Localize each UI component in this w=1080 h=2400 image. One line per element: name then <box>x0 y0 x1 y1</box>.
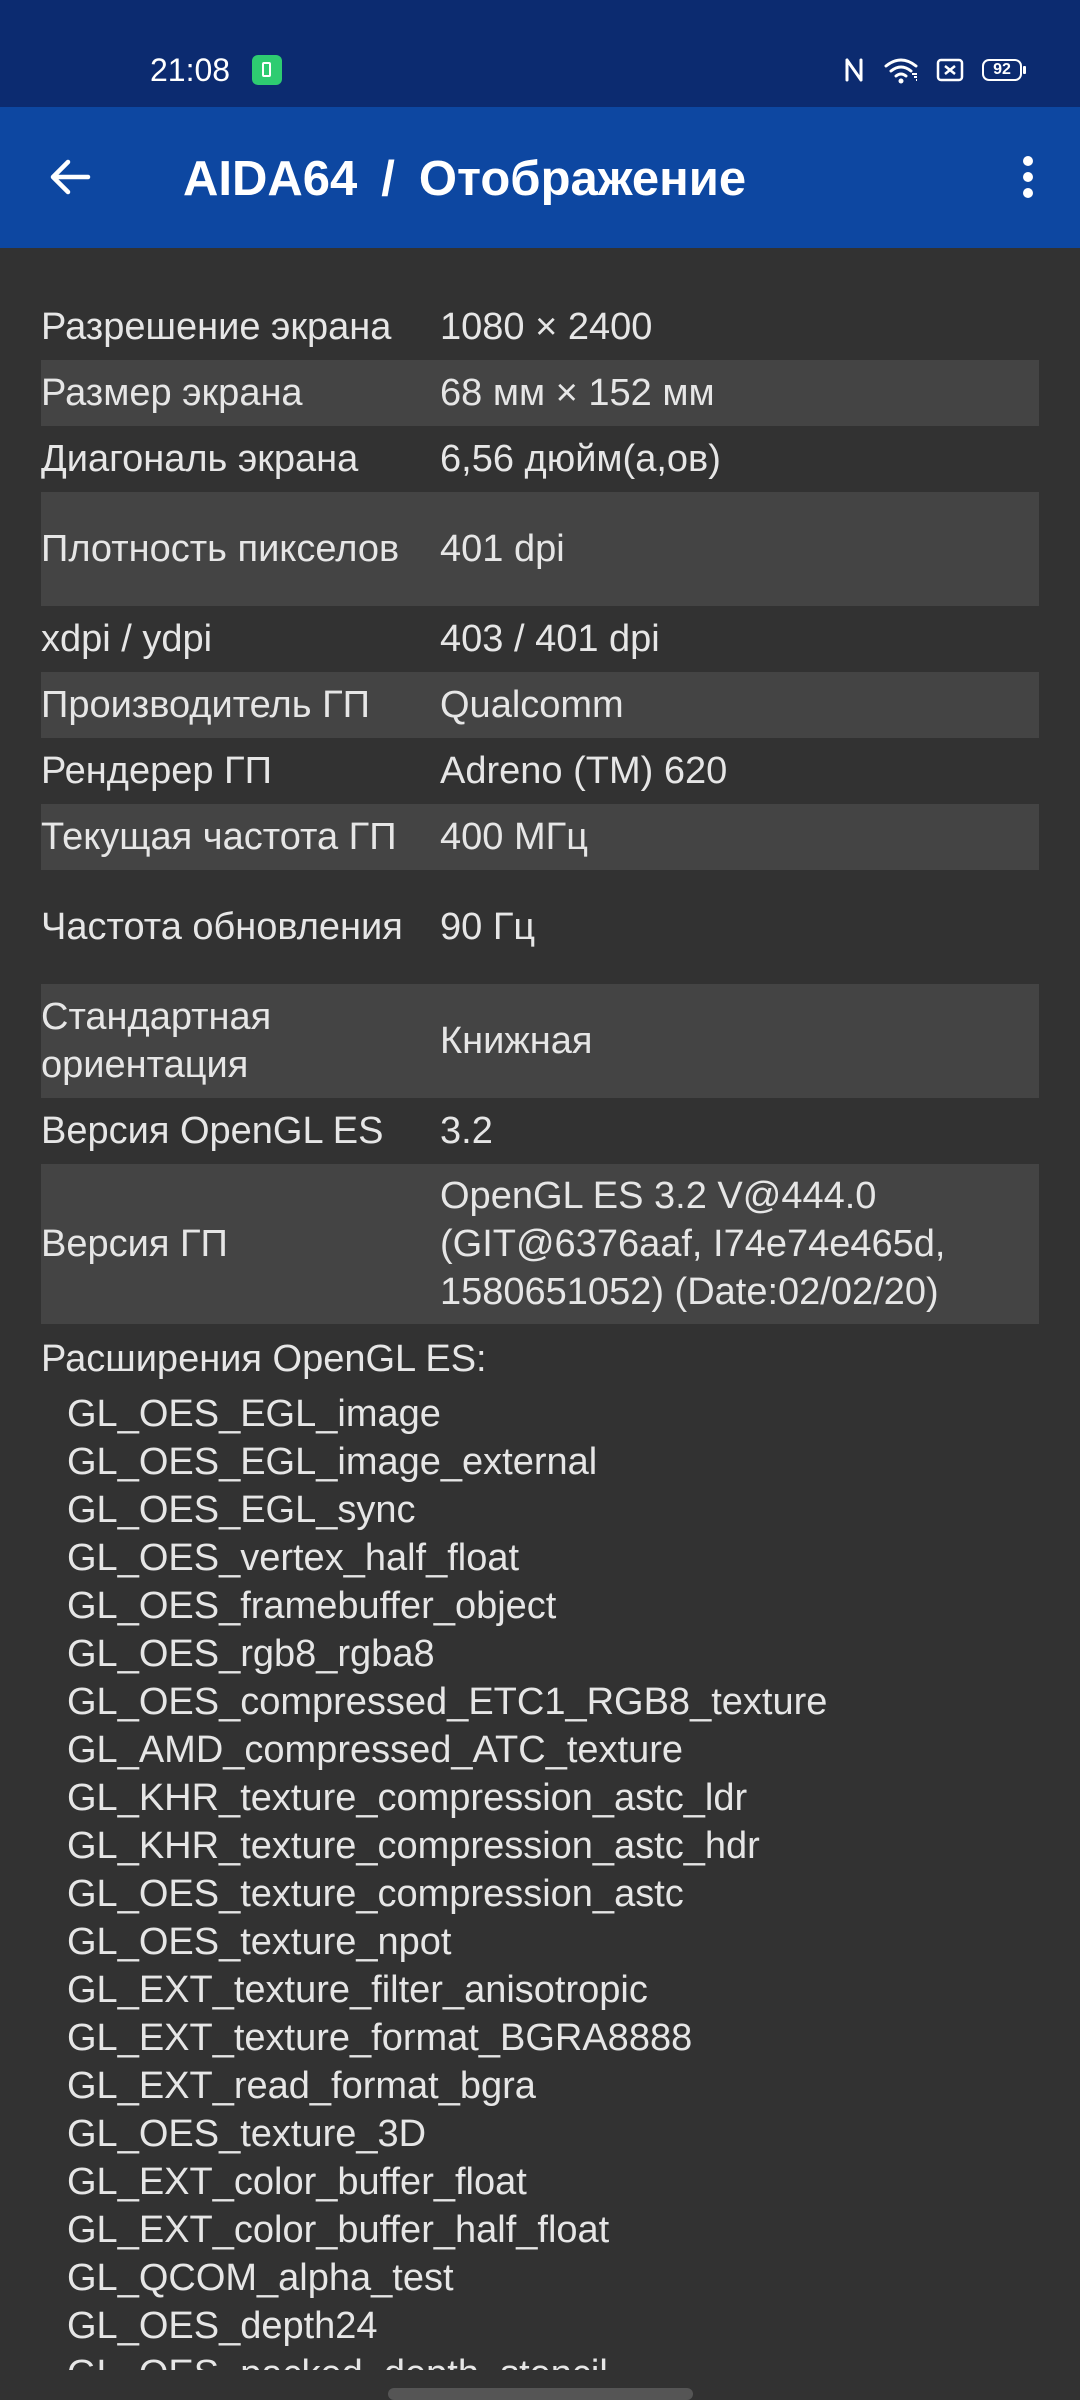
info-value: 6,56 дюйм(а,ов) <box>440 438 721 480</box>
info-row-resolution: Разрешение экрана 1080 × 2400 <box>41 294 1039 360</box>
app-bar: AIDA64 / Отображение <box>0 107 1080 248</box>
app-name: AIDA64 <box>183 152 358 206</box>
extension-item: GL_OES_texture_compression_astc <box>67 1873 684 1915</box>
extensions-title: Расширения OpenGL ES: <box>41 1338 487 1380</box>
extension-item: GL_EXT_texture_format_BGRA8888 <box>67 2017 693 2059</box>
info-label: xdpi / ydpi <box>41 618 213 660</box>
back-button[interactable] <box>30 137 110 217</box>
info-value: Qualcomm <box>440 684 624 726</box>
navigation-gesture-bar[interactable] <box>388 2388 693 2400</box>
status-bar: 21:08 92 <box>0 0 1080 107</box>
info-row-pixel-density: Плотность пикселов 401 dpi <box>41 492 1039 606</box>
extension-item: GL_OES_EGL_image <box>67 1393 441 1435</box>
info-label: Текущая частота ГП <box>41 816 397 858</box>
extension-item: GL_AMD_compressed_ATC_texture <box>67 1729 683 1771</box>
info-value: 400 МГц <box>440 816 588 858</box>
info-value: 1080 × 2400 <box>440 306 653 348</box>
extension-item: GL_EXT_color_buffer_float <box>67 2161 527 2203</box>
extension-item: GL_OES_compressed_ETC1_RGB8_texture <box>67 1681 828 1723</box>
info-label: Рендерер ГП <box>41 750 272 792</box>
extension-item: GL_EXT_color_buffer_half_float <box>67 2209 610 2251</box>
more-vert-icon <box>1023 156 1033 198</box>
info-value: 68 мм × 152 мм <box>440 372 715 414</box>
info-label: Размер экрана <box>41 372 303 414</box>
notification-app-icon <box>252 55 282 85</box>
info-row-gpu-version: Версия ГП OpenGL ES 3.2 V@444.0 (GIT@637… <box>41 1164 1039 1324</box>
info-value: 90 Гц <box>440 906 536 948</box>
extension-item: GL_OES_vertex_half_float <box>67 1537 520 1579</box>
extension-item: GL_OES_rgb8_rgba8 <box>67 1633 435 1675</box>
info-row-screen-size: Размер экрана 68 мм × 152 мм <box>41 360 1039 426</box>
extension-item: GL_KHR_texture_compression_astc_ldr <box>67 1777 748 1819</box>
extension-item: GL_OES_EGL_image_external <box>67 1441 598 1483</box>
extension-item: GL_OES_texture_3D <box>67 2113 427 2155</box>
extension-item: GL_KHR_texture_compression_astc_hdr <box>67 1825 760 1867</box>
info-value: OpenGL ES 3.2 V@444.0 (GIT@6376aaf, I74e… <box>440 1175 946 1313</box>
info-label: Стандартная ориентация <box>41 996 272 1086</box>
info-label: Разрешение экрана <box>41 306 392 348</box>
display-info-list: Разрешение экрана 1080 × 2400 Размер экр… <box>41 294 1039 2350</box>
info-label: Диагональ экрана <box>41 438 359 480</box>
info-row-xdpi-ydpi: xdpi / ydpi 403 / 401 dpi <box>41 606 1039 672</box>
extension-item-partial: GL_OES_packed_depth_stencil <box>67 2350 608 2370</box>
info-label: Версия ГП <box>41 1223 228 1265</box>
info-value: 403 / 401 dpi <box>440 618 660 660</box>
status-icons: 92 <box>842 50 1026 90</box>
section-name: Отображение <box>418 152 747 206</box>
status-time: 21:08 <box>150 52 231 88</box>
info-row-gpu-renderer: Рендерер ГП Adreno (TM) 620 <box>41 738 1039 804</box>
extensions-list: GL_OES_EGL_image GL_OES_EGL_image_extern… <box>41 1390 1039 2350</box>
info-row-orientation: Стандартная ориентация Книжная <box>41 984 1039 1098</box>
info-row-opengl-version: Версия OpenGL ES 3.2 <box>41 1098 1039 1164</box>
info-row-gpu-clock: Текущая частота ГП 400 МГц <box>41 804 1039 870</box>
sim-card-icon <box>936 58 964 82</box>
battery-icon: 92 <box>982 59 1026 81</box>
extension-item: GL_EXT_texture_filter_anisotropic <box>67 1969 648 2011</box>
info-row-refresh-rate: Частота обновления 90 Гц <box>41 870 1039 984</box>
info-value: Книжная <box>440 1020 593 1062</box>
info-label: Производитель ГП <box>41 684 370 726</box>
info-row-gpu-vendor: Производитель ГП Qualcomm <box>41 672 1039 738</box>
info-value: Adreno (TM) 620 <box>440 750 728 792</box>
info-value: 3.2 <box>440 1110 493 1152</box>
extension-item: GL_EXT_read_format_bgra <box>67 2065 536 2107</box>
extension-item: GL_QCOM_alpha_test <box>67 2257 454 2299</box>
page-title: AIDA64 / Отображение <box>183 151 746 207</box>
info-value: 401 dpi <box>440 528 565 570</box>
info-label: Частота обновления <box>41 906 403 948</box>
nfc-icon <box>842 56 866 84</box>
more-options-button[interactable] <box>998 137 1058 217</box>
back-arrow-icon <box>50 159 91 195</box>
extension-item: GL_OES_EGL_sync <box>67 1489 416 1531</box>
title-separator: / <box>381 152 395 206</box>
info-row-diagonal: Диагональ экрана 6,56 дюйм(а,ов) <box>41 426 1039 492</box>
wifi-icon <box>884 56 918 84</box>
extension-item: GL_OES_framebuffer_object <box>67 1585 557 1627</box>
info-label: Плотность пикселов <box>41 528 400 570</box>
info-label: Версия OpenGL ES <box>41 1110 384 1152</box>
extension-item: GL_OES_depth24 <box>67 2305 378 2347</box>
extension-item: GL_OES_texture_npot <box>67 1921 452 1963</box>
